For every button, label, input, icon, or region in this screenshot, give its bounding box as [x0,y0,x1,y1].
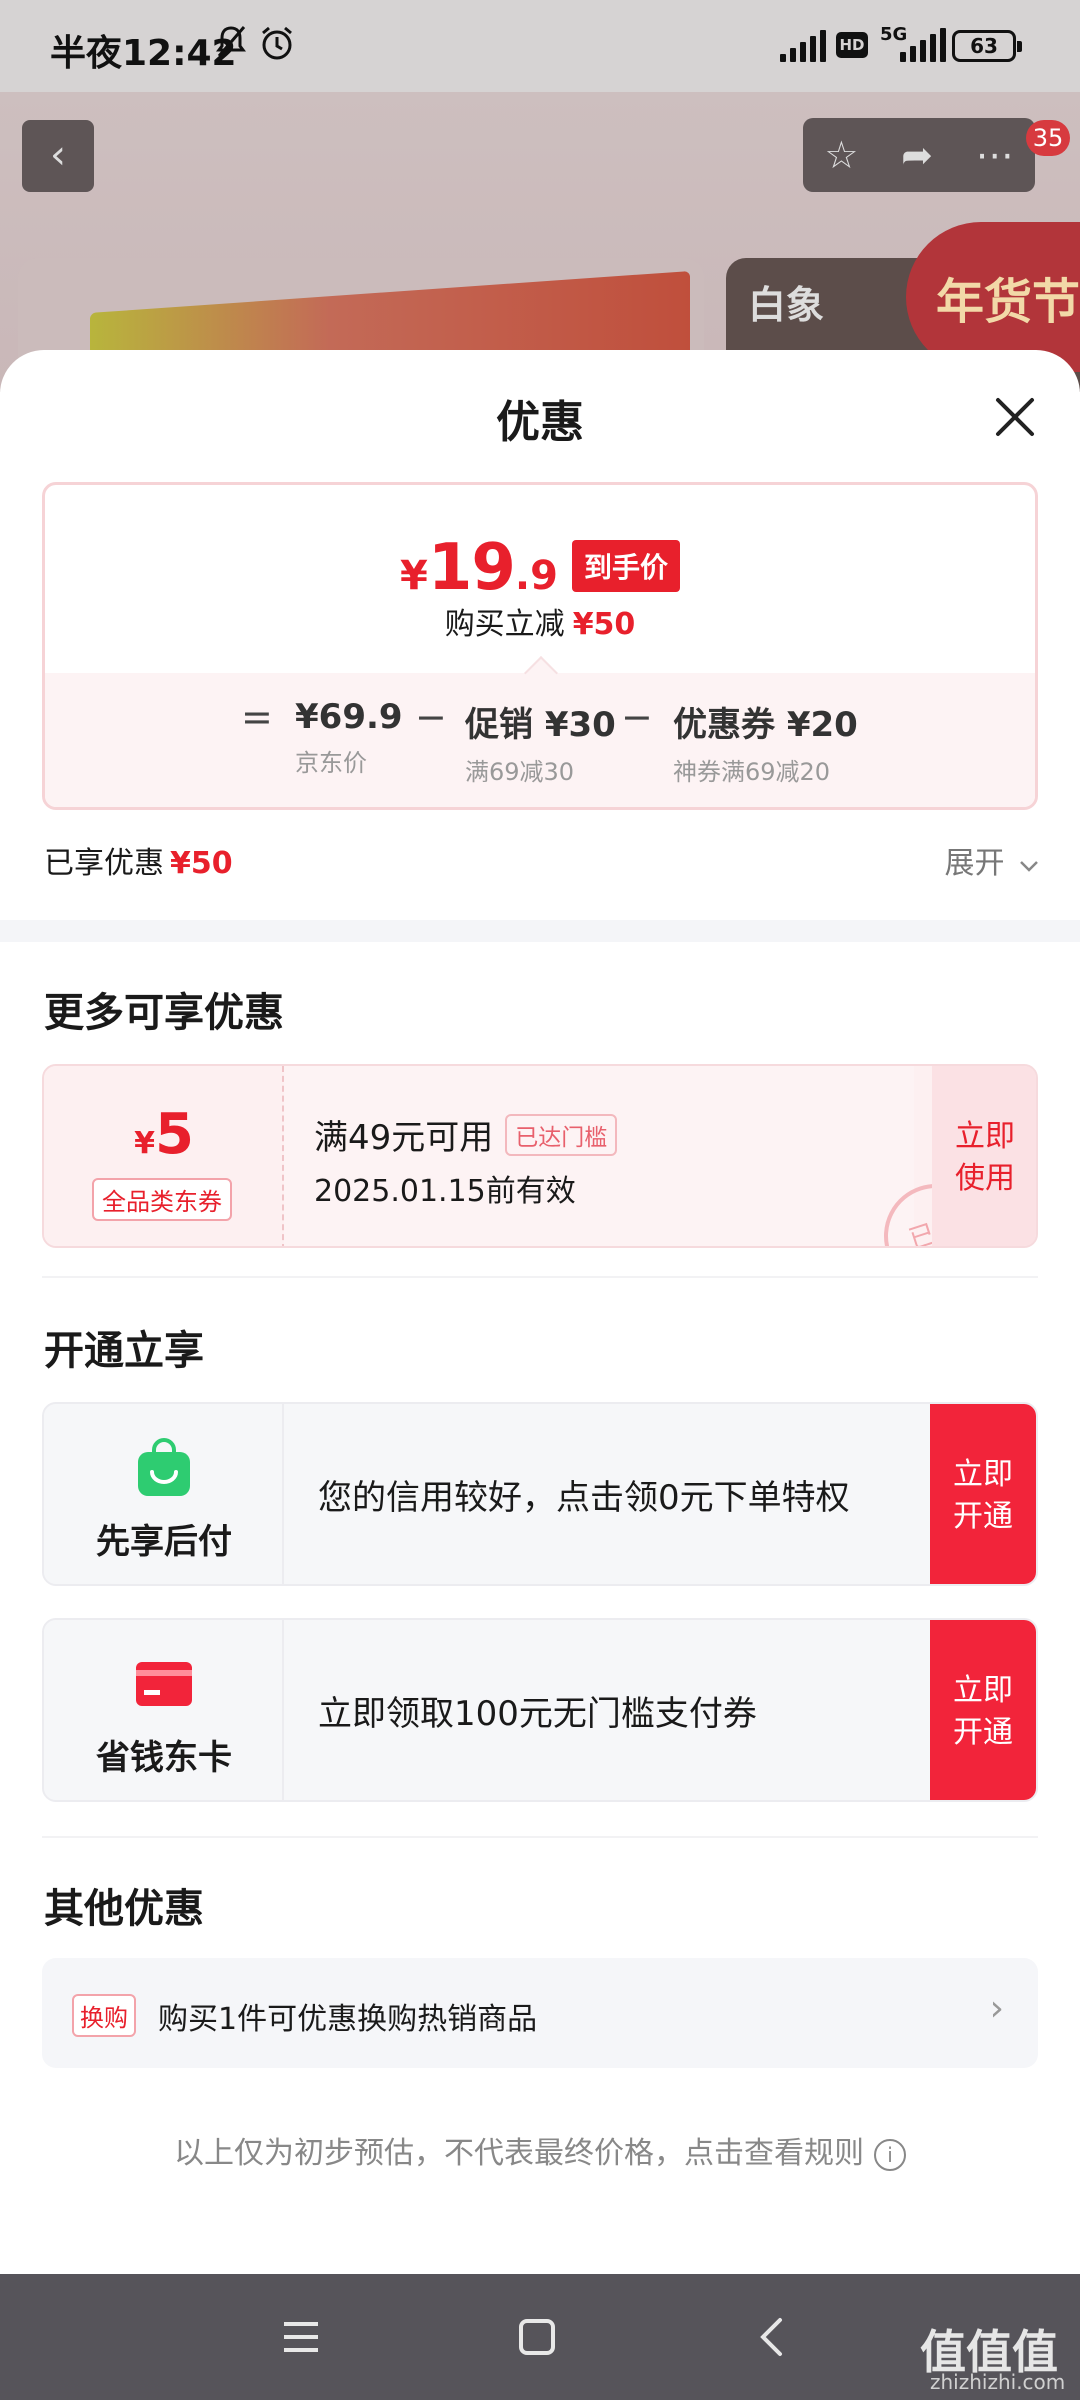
service-brand: 省钱东卡 [44,1620,284,1800]
close-icon[interactable] [990,392,1040,442]
price-integer: 19 [427,531,516,605]
disclaimer-rules-link[interactable]: 以上仅为初步预估，不代表最终价格，点击查看规则 i [0,2128,1080,2172]
other-offers-title: 其他优惠 [44,1886,204,1932]
price-breakdown: = ¥69.9 京东价 − 促销 ¥30 满69减30 − 优惠券 ¥20 神券… [45,673,1035,807]
reduce-label: 购买立减 [444,607,565,642]
coupon-expiry: 2025.01.15前有效 [314,1174,576,1209]
separator [42,1276,1038,1278]
status-bar: 半夜12:42 HD 5G 63 [0,0,1080,92]
separator [42,1836,1038,1838]
enjoyed-discount: 已享优惠 ¥50 [44,838,233,882]
chevron-down-icon [1020,861,1038,872]
coupon-condition-text: 满49元可用 [314,1118,494,1158]
expand-label: 展开 [944,846,1005,881]
notification-badge: 35 [1026,120,1070,156]
service-name: 省钱东卡 [96,1738,232,1778]
equals-sign: = [241,695,273,739]
coupon-type-badge: 全品类东券 [92,1178,232,1221]
sheet-title: 优惠 [496,397,584,448]
minus-sign: − [415,695,447,739]
service-description: 立即领取100元无门槛支付券 [318,1694,757,1734]
disclaimer-text: 以上仅为初步预估，不代表最终价格，点击查看规则 [174,2136,864,2171]
price-reduction: 购买立减 ¥50 [45,599,1035,643]
discount-sheet: 优惠 ¥ 19 .9 到手价 购买立减 ¥50 = ¥69.9 京东价 − 促销 … [0,350,1080,2274]
card-icon [136,1662,192,1706]
breakdown-item-jd-price: ¥69.9 京东价 [295,697,403,778]
coupon-currency: ¥ [134,1126,155,1161]
shopping-bag-icon [138,1438,190,1496]
brand-logo: 白象 [748,283,825,327]
signal-5g-icon [900,28,946,62]
minus-sign: − [621,695,653,739]
menu-icon[interactable] [276,2312,326,2362]
threshold-reached-badge: 已达门槛 [505,1113,618,1156]
breakdown-item-promo: 促销 ¥30 满69减30 [465,697,616,787]
price-decimal: .9 [514,553,558,599]
coupon-condition: 满49元可用 已达门槛 [314,1110,618,1159]
breakdown-value: ¥69.9 [295,697,403,737]
use-coupon-button[interactable]: 立即 使用 [932,1066,1036,1246]
breakdown-value: 促销 ¥30 [465,705,616,745]
breakdown-label: 满69减30 [465,758,575,786]
service-card-pay-later: 先享后付 您的信用较好，点击领0元下单特权 立即 开通 [42,1402,1038,1586]
chevron-right-icon: › [989,1988,1004,2029]
watermark-url: zhizhizhi.com [930,2370,1066,2394]
reduce-value: ¥50 [572,607,636,642]
home-icon[interactable] [512,2312,562,2362]
coupon-amount: ¥5 [44,1102,284,1167]
section-divider [0,920,1080,942]
open-section-title: 开通立享 [44,1328,204,1374]
final-price: ¥ 19 .9 到手价 [45,531,1035,605]
open-pay-later-button[interactable]: 立即 开通 [930,1404,1036,1584]
alarm-icon [258,24,296,71]
breakdown-label: 神券满69减20 [673,758,831,786]
star-icon[interactable]: ☆ [824,133,858,177]
battery-icon: 63 [952,30,1022,62]
price-summary-card: ¥ 19 .9 到手价 购买立减 ¥50 = ¥69.9 京东价 − 促销 ¥30… [42,482,1038,810]
enjoyed-value: ¥50 [170,846,233,881]
top-actions: ☆ ➦ ⋯ [803,118,1035,192]
coupon-value-area: ¥5 全品类东券 [44,1066,284,1246]
system-nav-bar [0,2274,1080,2400]
final-price-tag: 到手价 [571,540,680,592]
mute-bell-icon [214,24,248,69]
breakdown-value: 优惠券 ¥20 [673,705,858,745]
coupon-card: ¥5 全品类东券 满49元可用 已达门槛 2025.01.15前有效 已领 立即… [42,1064,1038,1248]
status-time: 半夜12:42 [50,33,237,74]
info-icon: i [874,2138,906,2171]
open-savings-card-button[interactable]: 立即 开通 [930,1620,1036,1800]
breakdown-label: 京东价 [295,749,367,777]
back-icon[interactable] [748,2312,798,2362]
enjoyed-label: 已享优惠 [44,846,164,881]
more-offers-title: 更多可享优惠 [44,990,284,1036]
share-icon[interactable]: ➦ [901,133,933,177]
coupon-value: 5 [154,1102,194,1167]
expand-toggle[interactable]: 展开 [944,838,1040,882]
coupon-details: 满49元可用 已达门槛 2025.01.15前有效 已领 [284,1066,1002,1246]
signal-icon [780,28,826,62]
service-card-savings-card: 省钱东卡 立即领取100元无门槛支付券 立即 开通 [42,1618,1038,1802]
trade-in-text: 购买1件可优惠换购热销商品 [158,2002,538,2037]
service-description: 您的信用较好，点击领0元下单特权 [318,1478,850,1518]
price-currency: ¥ [400,553,428,599]
background-page: ‹ ☆ ➦ ⋯ 35 白象 年货节 [0,92,1080,392]
breakdown-item-coupon: 优惠券 ¥20 神券满69减20 [673,697,858,787]
back-button[interactable]: ‹ [22,120,94,192]
service-brand: 先享后付 [44,1404,284,1584]
trade-in-tag: 换购 [72,1994,136,2037]
hd-icon: HD [836,32,868,58]
service-name: 先享后付 [96,1522,232,1562]
trade-in-offer-row[interactable]: 换购 购买1件可优惠换购热销商品 › [42,1958,1038,2068]
more-icon[interactable]: ⋯ [976,133,1014,177]
